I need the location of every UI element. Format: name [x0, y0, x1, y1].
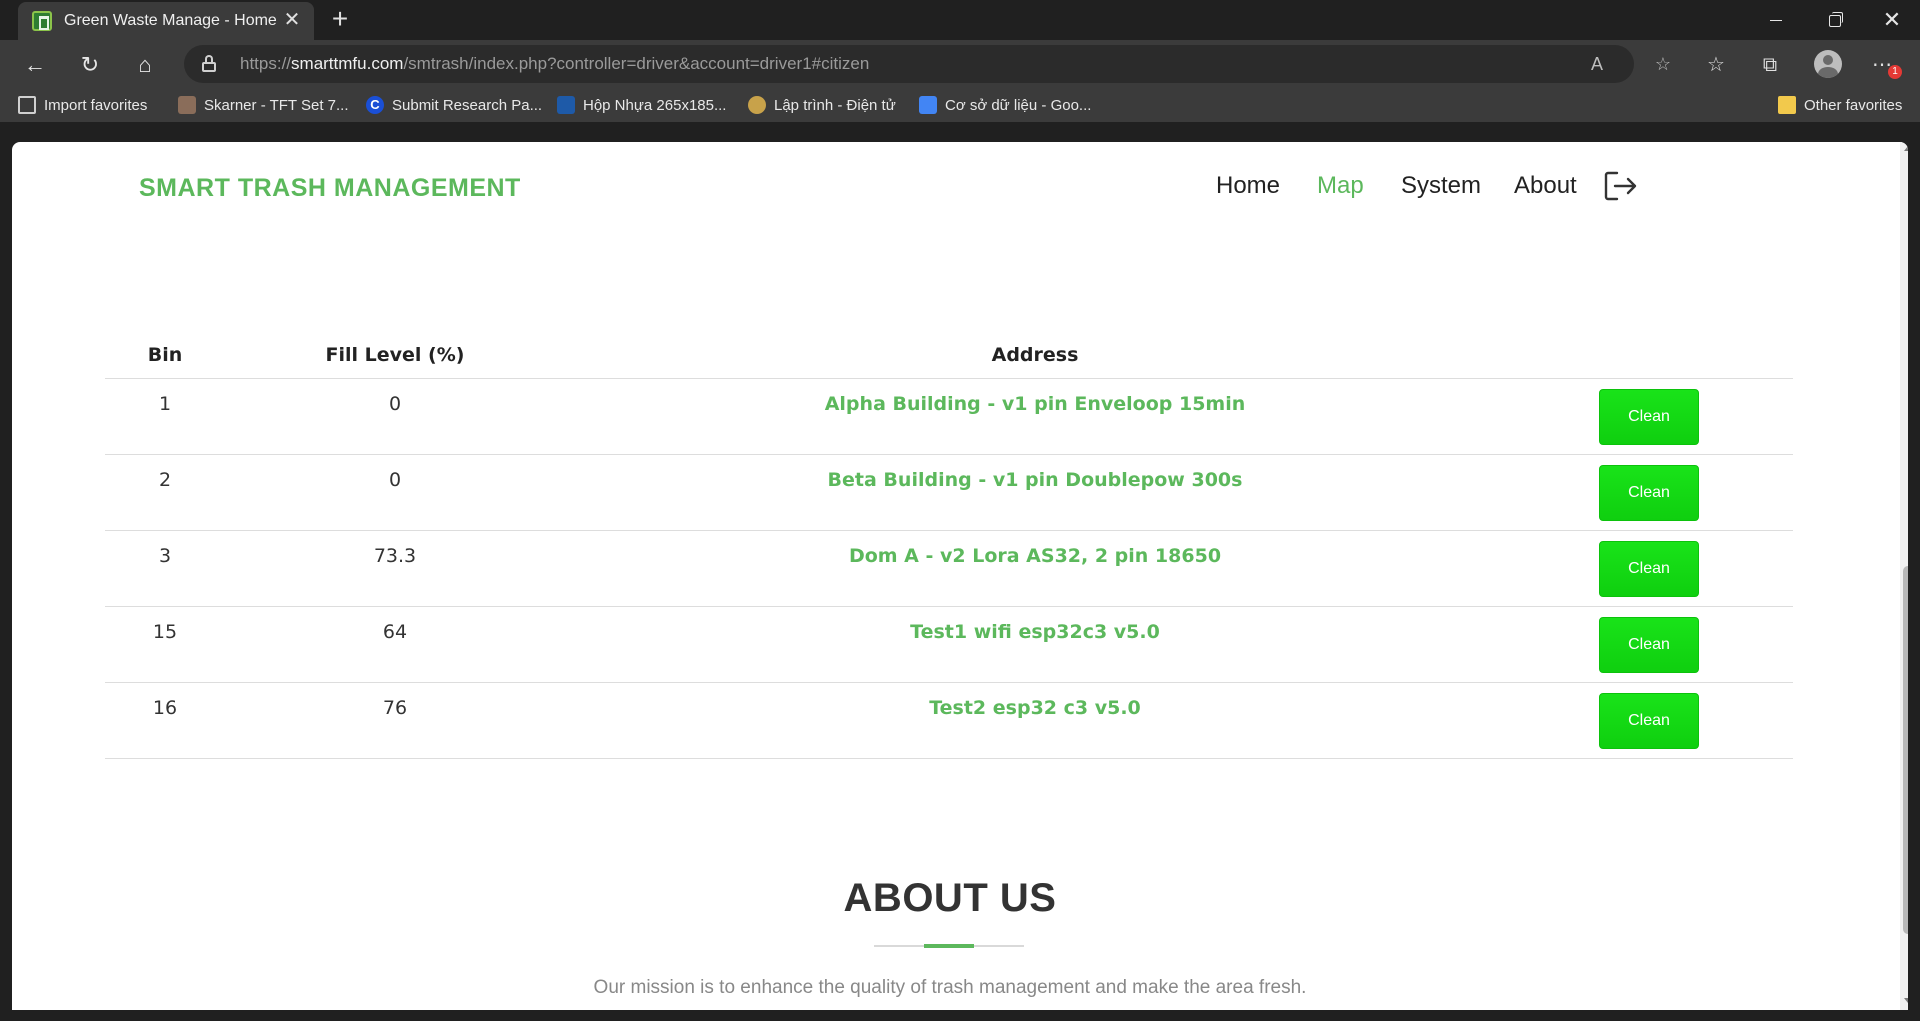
bin-address-link[interactable]: Alpha Building - v1 pin Enveloop 15min: [565, 378, 1505, 455]
close-tab-icon[interactable]: ✕: [280, 8, 304, 32]
favorite-item[interactable]: Skarner - TFT Set 7...: [178, 94, 349, 116]
nav-map[interactable]: Map: [1317, 172, 1364, 200]
add-favorite-icon[interactable]: ☆: [1650, 51, 1676, 77]
bin-id: 2: [105, 454, 225, 531]
clean-button[interactable]: Clean: [1599, 388, 1699, 445]
favorites-bar: Import favorites Skarner - TFT Set 7... …: [0, 88, 1920, 122]
header-action: [1505, 332, 1793, 379]
shop-icon: [557, 96, 575, 114]
action-cell: Clean: [1505, 606, 1793, 683]
about-title: ABOUT US: [843, 876, 1057, 920]
collections-icon[interactable]: ⧉: [1754, 49, 1786, 81]
site-brand[interactable]: SMART TRASH MANAGEMENT: [139, 174, 521, 203]
favorite-label: Submit Research Pa...: [392, 96, 543, 114]
bin-id: 16: [105, 682, 225, 759]
c-icon: C: [366, 96, 384, 114]
fill-level: 76: [225, 682, 565, 759]
docs-icon: [919, 96, 937, 114]
minimize-button[interactable]: [1748, 0, 1804, 40]
fill-level: 0: [225, 454, 565, 531]
fill-level: 73.3: [225, 530, 565, 607]
favorite-label: Lập trình - Điện tử: [774, 96, 896, 114]
action-cell: Clean: [1505, 682, 1793, 759]
table-row: 16 76 Test2 esp32 c3 v5.0 Clean: [105, 682, 1793, 759]
chip-icon: [748, 96, 766, 114]
lock-icon[interactable]: [202, 55, 216, 72]
fill-level: 0: [225, 378, 565, 455]
favorite-label: Cơ sở dữ liệu - Goo...: [945, 96, 1092, 114]
favorite-label: Skarner - TFT Set 7...: [204, 96, 349, 114]
logout-icon[interactable]: [1603, 170, 1639, 202]
header-address: Address: [565, 332, 1505, 379]
address-bar[interactable]: https://smarttmfu.com/smtrash/index.php?…: [184, 45, 1671, 83]
site-favicon-icon: [32, 11, 52, 31]
favorite-label: Import favorites: [44, 96, 148, 114]
clean-button[interactable]: Clean: [1599, 464, 1699, 521]
favorite-label: Other favorites: [1804, 96, 1903, 114]
favorite-label: Hộp Nhựa 265x185...: [583, 96, 727, 114]
scroll-up-icon[interactable]: [1904, 146, 1908, 151]
fill-level: 64: [225, 606, 565, 683]
folder-icon: [1778, 96, 1796, 114]
url-text[interactable]: https://smarttmfu.com/smtrash/index.php?…: [240, 54, 869, 74]
table-row: 1 0 Alpha Building - v1 pin Enveloop 15m…: [105, 378, 1793, 455]
about-divider-accent: [924, 944, 974, 948]
read-aloud-icon[interactable]: A: [1584, 51, 1610, 77]
table-row: 15 64 Test1 wifi esp32c3 v5.0 Clean: [105, 606, 1793, 683]
bin-address-link[interactable]: Test2 esp32 c3 v5.0: [565, 682, 1505, 759]
bins-table: Bin Fill Level (%) Address 1 0 Alpha Bui…: [105, 332, 1793, 759]
tab-strip: Green Waste Manage - Home ✕ + ✕: [0, 0, 1920, 40]
home-icon[interactable]: ⌂: [130, 50, 160, 80]
tab-title: Green Waste Manage - Home: [64, 12, 277, 29]
page-viewport: SMART TRASH MANAGEMENT Home Map System A…: [12, 142, 1908, 1010]
about-text: Our mission is to enhance the quality of…: [593, 977, 1307, 998]
favorite-item[interactable]: Lập trình - Điện tử: [748, 94, 896, 116]
table-row: 2 0 Beta Building - v1 pin Doublepow 300…: [105, 454, 1793, 531]
profile-avatar[interactable]: [1814, 50, 1842, 78]
favorite-item[interactable]: Hộp Nhựa 265x185...: [557, 94, 726, 116]
browser-toolbar: ← ↻ ⌂ https://smarttmfu.com/smtrash/inde…: [0, 40, 1920, 88]
back-icon[interactable]: ←: [20, 50, 50, 80]
notification-badge: 1: [1888, 65, 1902, 79]
action-cell: Clean: [1505, 530, 1793, 607]
refresh-icon[interactable]: ↻: [75, 50, 105, 80]
browser-tab[interactable]: Green Waste Manage - Home ✕: [18, 2, 314, 40]
nav-about[interactable]: About: [1514, 172, 1577, 200]
favorites-icon[interactable]: ☆: [1700, 49, 1732, 81]
clean-button[interactable]: Clean: [1599, 692, 1699, 749]
bin-id: 3: [105, 530, 225, 607]
favorite-item[interactable]: C Submit Research Pa...: [366, 94, 542, 116]
table-row: 3 73.3 Dom A - v2 Lora AS32, 2 pin 18650…: [105, 530, 1793, 607]
nav-home[interactable]: Home: [1216, 172, 1280, 200]
bin-address-link[interactable]: Test1 wifi esp32c3 v5.0: [565, 606, 1505, 683]
scrollbar-thumb[interactable]: [1903, 566, 1908, 934]
bin-id: 15: [105, 606, 225, 683]
header-bin: Bin: [105, 332, 225, 379]
close-window-button[interactable]: ✕: [1864, 0, 1920, 40]
action-cell: Clean: [1505, 454, 1793, 531]
new-tab-button[interactable]: +: [326, 5, 354, 34]
restore-button[interactable]: [1806, 0, 1862, 40]
action-cell: Clean: [1505, 378, 1793, 455]
clean-button[interactable]: Clean: [1599, 540, 1699, 597]
favorite-item[interactable]: Import favorites: [18, 94, 147, 116]
header-fill-level: Fill Level (%): [225, 332, 565, 379]
table-header-row: Bin Fill Level (%) Address: [105, 332, 1793, 379]
favorite-item[interactable]: Other favorites: [1778, 94, 1902, 116]
bin-id: 1: [105, 378, 225, 455]
game-icon: [178, 96, 196, 114]
favorite-item[interactable]: Cơ sở dữ liệu - Goo...: [919, 94, 1091, 116]
nav-system[interactable]: System: [1401, 172, 1481, 200]
bin-address-link[interactable]: Dom A - v2 Lora AS32, 2 pin 18650: [565, 530, 1505, 607]
import-icon: [18, 96, 36, 114]
page-scrollbar[interactable]: [1900, 142, 1908, 1010]
scroll-down-icon[interactable]: [1904, 998, 1908, 1003]
clean-button[interactable]: Clean: [1599, 616, 1699, 673]
bin-address-link[interactable]: Beta Building - v1 pin Doublepow 300s: [565, 454, 1505, 531]
